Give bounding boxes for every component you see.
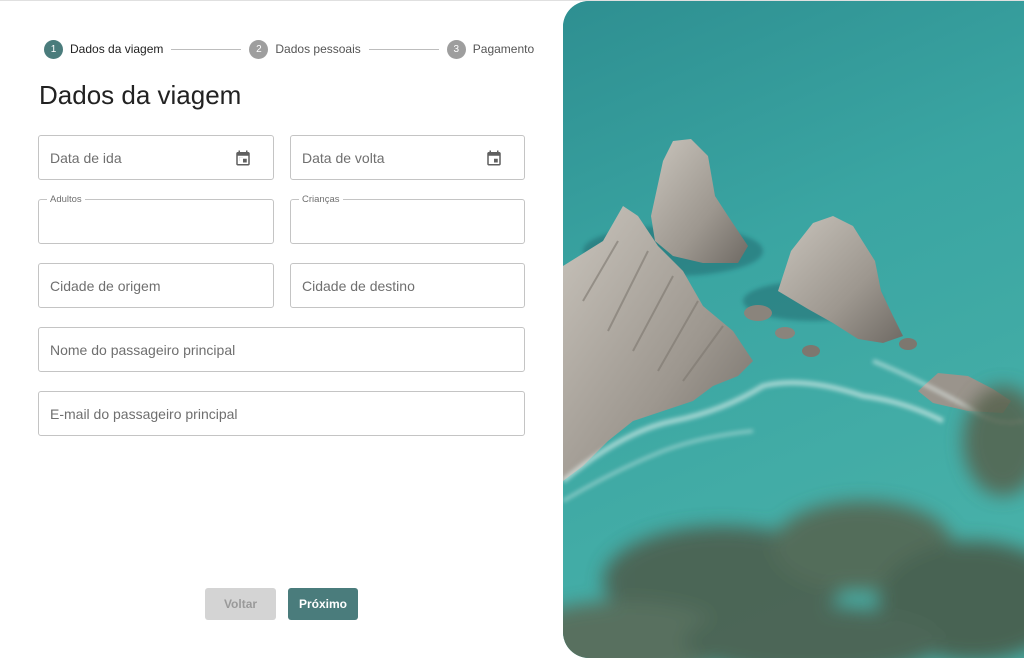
step-label: Pagamento [472, 42, 535, 56]
step-number-badge: 2 [249, 39, 269, 59]
calendar-icon[interactable] [234, 149, 252, 167]
page-title: Dados da viagem [39, 80, 242, 110]
step-connector [171, 48, 242, 50]
step-number-badge: 3 [446, 39, 466, 59]
back-button[interactable]: Voltar [205, 588, 276, 620]
destination-city-input[interactable] [291, 264, 524, 307]
passenger-name-field[interactable] [38, 327, 525, 372]
step-connector [368, 48, 439, 50]
return-date-field[interactable] [290, 135, 525, 180]
passenger-name-input[interactable] [39, 328, 524, 371]
coastal-rocks-illustration [563, 1, 1024, 658]
departure-date-field[interactable] [38, 135, 274, 180]
calendar-icon[interactable] [485, 149, 503, 167]
booking-page: 1 Dados da viagem 2 Dados pessoais 3 Pag… [0, 0, 1024, 658]
passenger-email-field[interactable] [38, 391, 525, 436]
step-payment[interactable]: 3 Pagamento [446, 39, 535, 59]
step-personal-data[interactable]: 2 Dados pessoais [249, 39, 361, 59]
destination-city-field[interactable] [290, 263, 525, 308]
origin-city-input[interactable] [39, 264, 273, 307]
step-number-badge: 1 [44, 39, 63, 59]
step-label: Dados pessoais [275, 42, 361, 56]
hero-image [563, 1, 1024, 658]
children-field[interactable]: Crianças [290, 194, 525, 244]
children-input[interactable] [291, 200, 524, 243]
next-button[interactable]: Próximo [288, 588, 358, 620]
adults-field[interactable]: Adultos [38, 194, 274, 244]
adults-input[interactable] [39, 200, 273, 243]
origin-city-field[interactable] [38, 263, 274, 308]
stepper: 1 Dados da viagem 2 Dados pessoais 3 Pag… [44, 39, 534, 59]
step-label: Dados da viagem [70, 42, 164, 56]
passenger-email-input[interactable] [39, 392, 524, 435]
step-trip-details[interactable]: 1 Dados da viagem [44, 39, 164, 59]
